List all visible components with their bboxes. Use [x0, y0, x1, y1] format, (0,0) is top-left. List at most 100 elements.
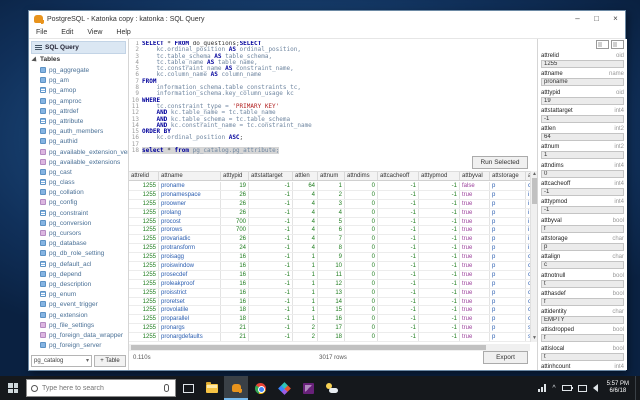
sql-editor[interactable]: 1 SELECT * FROM do_questions;SELECT 2 kc.o… [129, 41, 537, 155]
file-explorer-button[interactable] [200, 376, 224, 400]
sidebar-item[interactable]: pg_class [29, 178, 128, 188]
detail-value-input[interactable]: 1 [541, 151, 624, 160]
menu-item[interactable]: View [80, 27, 109, 38]
run-selected-button[interactable]: Run Selected [472, 156, 528, 169]
table-row[interactable]: 1255proisstrict16-11130-1-1truepctrue [129, 288, 530, 298]
taskbar-clock[interactable]: 5:57 PM 6/6/18 [607, 381, 629, 395]
title-bar[interactable]: PostgreSQL - Katonka copy : katonka : SQ… [29, 11, 625, 27]
speaker-icon[interactable] [592, 384, 598, 392]
table-row[interactable]: 1255provariadic26-1470-1-1truepitrue [129, 235, 530, 245]
sidebar-item[interactable]: pg_event_trigger [29, 300, 128, 310]
column-header[interactable]: attnum [318, 172, 345, 180]
detail-value-input[interactable]: p [541, 242, 624, 251]
sidebar-item[interactable]: pg_attribute [29, 117, 128, 127]
detail-value-input[interactable]: 64 [541, 133, 624, 142]
table-row[interactable]: 1255proparallel18-11160-1-1truepctrue [129, 315, 530, 325]
monitor-icon[interactable] [577, 384, 587, 392]
sidebar-item[interactable]: pg_description [29, 280, 128, 290]
detail-value-input[interactable]: EMPTY [541, 316, 624, 325]
table-row[interactable]: 1255proowner26-1430-1-1truepitrue [129, 199, 530, 209]
detail-value-input[interactable]: 1255 [541, 60, 624, 68]
sidebar-item[interactable]: pg_attrdef [29, 107, 128, 117]
column-header[interactable]: attbyval [460, 172, 490, 180]
table-row[interactable]: 1255proname19-16410-1-1falsepctrue [129, 182, 530, 191]
sidebar-item[interactable]: pg_enum [29, 290, 128, 300]
table-row[interactable]: 1255proretset16-11140-1-1truepctrue [129, 297, 530, 307]
menu-item[interactable]: Edit [54, 27, 80, 38]
sidebar-item[interactable]: pg_foreign_server [29, 341, 128, 351]
sidebar-item[interactable]: pg_file_settings [29, 321, 128, 331]
maximize-button[interactable]: □ [587, 11, 606, 27]
purple-app-button[interactable] [296, 376, 320, 400]
close-button[interactable]: × [606, 11, 625, 27]
layout-toggle-right-icon[interactable] [611, 40, 624, 49]
table-row[interactable]: 1255provolatile18-11150-1-1truepctrue [129, 306, 530, 316]
task-view-button[interactable] [176, 376, 200, 400]
table-row[interactable]: 1255proiswindow16-11100-1-1truepctrue [129, 262, 530, 271]
detail-value-input[interactable]: c [541, 261, 624, 270]
editor-line[interactable]: 18 select * from pg_catalog.pg_attribute; [129, 147, 537, 155]
table-row[interactable]: 1255procost700-1450-1-1truepitrue [129, 217, 530, 227]
battery-icon[interactable] [561, 385, 573, 391]
sidebar-item[interactable]: pg_amproc [29, 97, 128, 107]
vertical-scrollbar[interactable]: ▲ ▼ [530, 171, 537, 342]
table-row[interactable]: 1255protransform24-1480-1-1truepitrue [129, 244, 530, 254]
tables-tree-toggle[interactable]: Tables [29, 54, 128, 65]
detail-value-input[interactable]: t [541, 279, 624, 288]
sidebar-item[interactable]: pg_config [29, 198, 128, 208]
sidebar-item[interactable]: pg_collation [29, 188, 128, 198]
sidebar-item[interactable]: pg_aggregate [29, 66, 128, 76]
add-table-button[interactable]: + Table [94, 355, 126, 367]
sidebar-item[interactable]: pg_foreign_data_wrapper [29, 331, 128, 341]
diamond-app-button[interactable] [272, 376, 296, 400]
network-icon[interactable] [538, 384, 547, 392]
table-row[interactable]: 1255pronargs21-12170-1-1truepstrue [129, 324, 530, 334]
show-desktop-button[interactable] [635, 376, 640, 400]
sidebar-item[interactable]: pg_depend [29, 270, 128, 280]
sidebar-sql-query-tab[interactable]: SQL Query [31, 41, 126, 54]
sidebar-item[interactable]: pg_db_role_setting [29, 249, 128, 259]
column-header[interactable]: attstorage [490, 172, 526, 180]
sidebar-item[interactable]: pg_auth_members [29, 127, 128, 137]
detail-value-input[interactable]: -1 [541, 206, 624, 215]
detail-value-input[interactable]: f [541, 334, 624, 343]
detail-value-input[interactable]: -1 [541, 188, 624, 197]
sidebar-item[interactable]: pg_extension [29, 311, 128, 321]
sidebar-item[interactable]: pg_database [29, 239, 128, 249]
table-row[interactable]: 1255pronamespace26-1420-1-1truepitrue [129, 190, 530, 200]
taskbar-search[interactable] [26, 379, 176, 397]
layout-toggle-left-icon[interactable] [596, 40, 609, 49]
sidebar-item[interactable]: pg_am [29, 76, 128, 86]
sidebar-item[interactable]: pg_cursors [29, 229, 128, 239]
detail-value-input[interactable]: -1 [541, 114, 624, 123]
export-button[interactable]: Export [483, 351, 528, 364]
start-button[interactable] [0, 376, 26, 400]
sidebar-item[interactable]: pg_default_acl [29, 260, 128, 270]
column-header[interactable]: attstattarget [249, 172, 293, 180]
column-header[interactable]: attname [159, 172, 221, 180]
chevron-up-icon[interactable]: ^ [552, 385, 555, 392]
detail-value-input[interactable]: f [541, 297, 624, 306]
table-row[interactable]: 1255prorows700-1460-1-1truepitrue [129, 226, 530, 236]
sidebar-item[interactable]: pg_authid [29, 137, 128, 147]
column-header[interactable]: atttypmod [419, 172, 460, 180]
sidebar-item[interactable]: pg_available_extensions [29, 158, 128, 168]
detail-value-input[interactable]: 0 [541, 169, 624, 178]
chrome-button[interactable] [248, 376, 272, 400]
column-header[interactable]: attndims [345, 172, 378, 180]
table-row[interactable]: 1255proisagg16-1190-1-1truepctrue [129, 253, 530, 263]
column-header[interactable]: attcacheoff [378, 172, 419, 180]
table-row[interactable]: 1255prosecdef16-11110-1-1truepctrue [129, 270, 530, 280]
table-row[interactable]: 1255prolang26-1440-1-1truepitrue [129, 208, 530, 218]
table-row[interactable]: 1255proleakproof16-11120-1-1truepctrue [129, 279, 530, 289]
detail-value-input[interactable]: proname [541, 78, 624, 87]
search-input[interactable] [42, 384, 164, 392]
detail-value-input[interactable]: 19 [541, 96, 624, 105]
table-row[interactable]: 1255pronargdefaults21-12180-1-1truepstru… [129, 333, 530, 342]
menu-item[interactable]: File [29, 27, 54, 38]
column-header[interactable]: atttypid [221, 172, 249, 180]
sidebar-item[interactable]: pg_cast [29, 168, 128, 178]
detail-value-input[interactable]: f [541, 224, 624, 233]
weather-button[interactable] [320, 376, 344, 400]
minimize-button[interactable]: – [568, 11, 587, 27]
